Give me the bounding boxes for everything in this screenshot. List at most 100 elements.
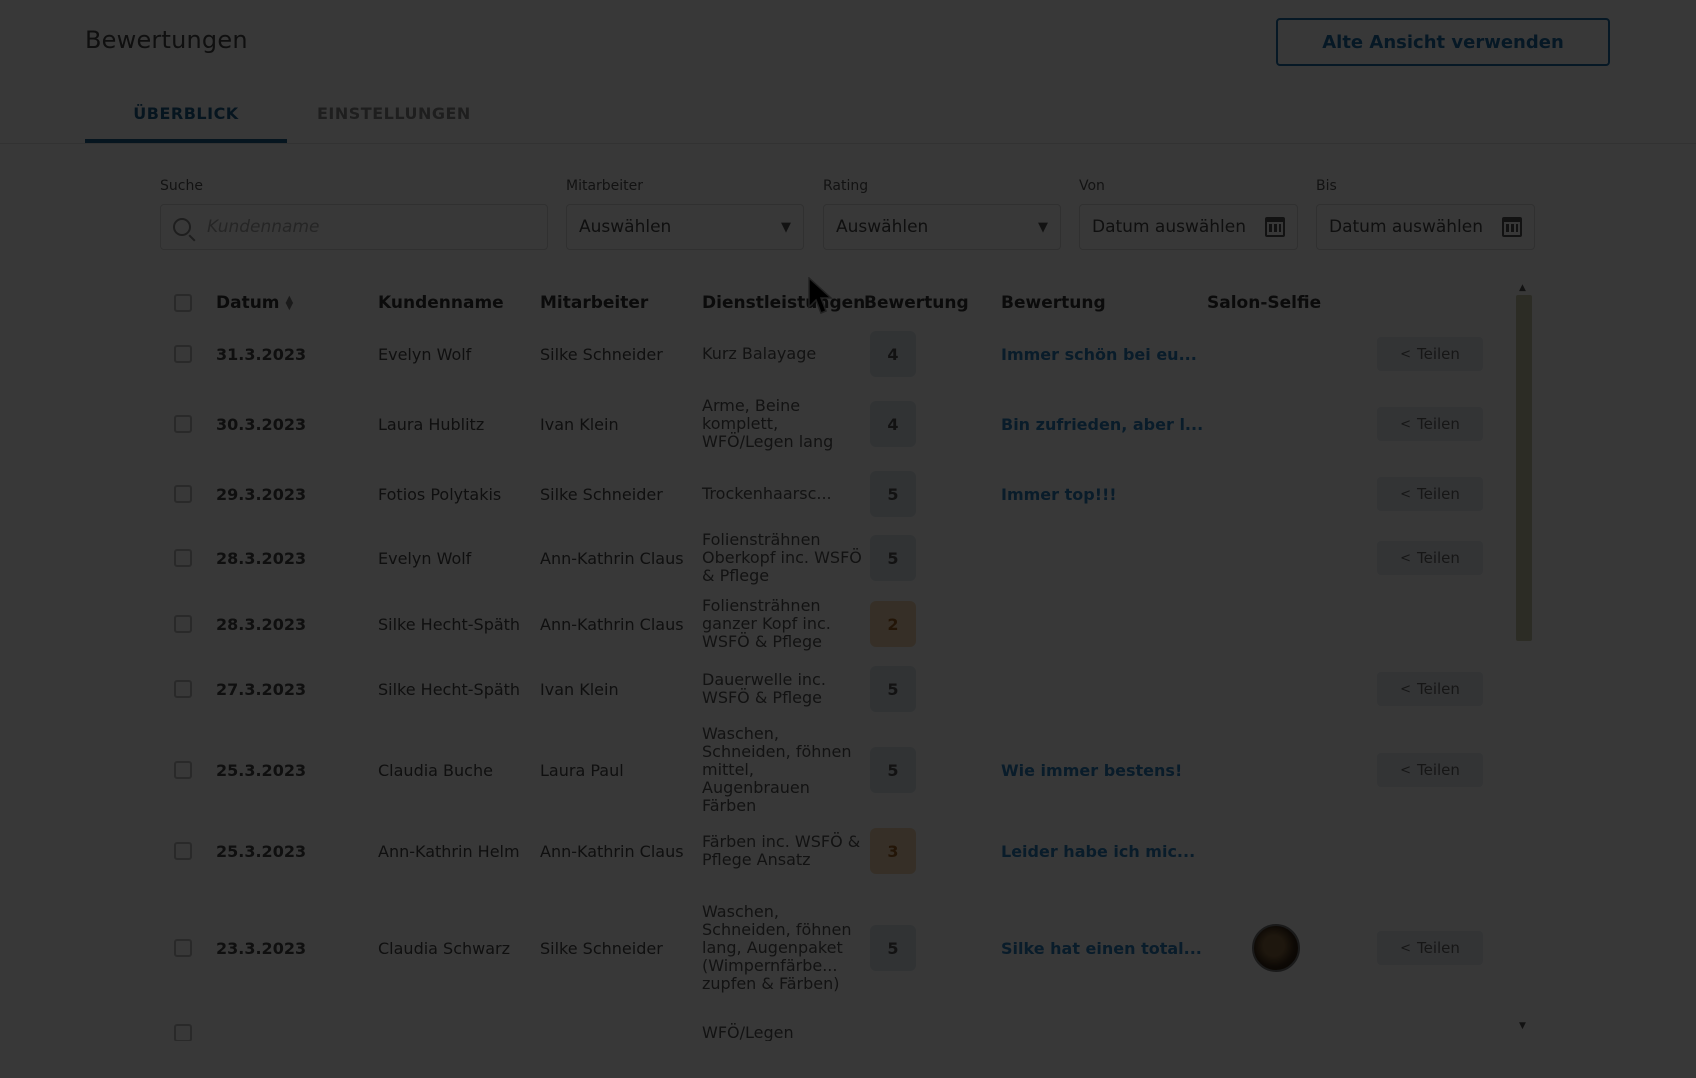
scroll-up-icon[interactable]: ▲ — [1519, 283, 1526, 293]
row-review-cell: Immer top!!! — [1001, 463, 1207, 525]
row-checkbox[interactable] — [174, 345, 192, 363]
share-button[interactable]: < Teilen — [1377, 541, 1483, 575]
share-label: Teilen — [1416, 345, 1460, 363]
review-link[interactable]: Silke hat einen total... — [1001, 939, 1202, 958]
review-link[interactable]: Immer top!!! — [1001, 485, 1117, 504]
row-date: 25.3.2023 — [216, 760, 307, 780]
review-link[interactable]: Leider habe ich mic... — [1001, 842, 1195, 861]
from-date-picker[interactable]: Datum auswählen — [1079, 204, 1298, 250]
row-checkbox[interactable] — [174, 615, 192, 633]
row-customer: Evelyn Wolf — [378, 548, 472, 568]
rating-badge: 4 — [870, 401, 916, 447]
share-button[interactable]: < Teilen — [1377, 407, 1483, 441]
row-rating-cell: 4 — [864, 323, 1001, 385]
select-all-checkbox[interactable] — [174, 294, 192, 312]
tab-settings[interactable]: EINSTELLUNGEN — [317, 90, 471, 144]
row-checkbox[interactable] — [174, 1024, 192, 1041]
column-header-date[interactable]: Datum ▲ ▼ — [216, 283, 378, 323]
row-selfie-cell — [1207, 591, 1363, 657]
table-row[interactable]: 31.3.2023 Evelyn Wolf Silke Schneider Kurz … — [160, 323, 1520, 385]
share-label: Teilen — [1416, 549, 1460, 567]
share-label: Teilen — [1416, 415, 1460, 433]
share-button[interactable]: < Teilen — [1377, 931, 1483, 965]
table-row[interactable]: 29.3.2023 Fotios Polytakis Silke Schneider… — [160, 463, 1520, 525]
salon-selfie-avatar[interactable] — [1252, 924, 1300, 972]
search-placeholder: Kundenname — [207, 217, 320, 237]
table-row[interactable]: 23.3.2023 Claudia Schwarz Silke Schneider W… — [160, 883, 1520, 1013]
row-review-cell: Bin zufrieden, aber l... — [1001, 385, 1207, 463]
row-checkbox[interactable] — [174, 415, 192, 433]
rating-label: Rating — [823, 178, 869, 194]
row-services: Foliensträhnen Oberkopf inc. WSFÖ & Pfle… — [702, 530, 862, 585]
row-checkbox[interactable] — [174, 680, 192, 698]
row-selfie-cell — [1207, 463, 1363, 525]
row-employee: Ann-Kathrin Claus — [540, 841, 684, 861]
row-services: Dauerwelle inc. WSFÖ & Pflege — [702, 670, 826, 707]
rating-select[interactable]: Auswählen ▼ — [823, 204, 1061, 250]
row-rating-cell — [864, 1013, 1001, 1041]
table-header-row: Datum ▲ ▼ Kundenname Mitarbeiter Dienstlei… — [160, 283, 1520, 323]
row-checkbox[interactable] — [174, 842, 192, 860]
search-input[interactable]: Kundenname — [160, 204, 548, 250]
review-link[interactable]: Immer schön bei eu... — [1001, 345, 1197, 364]
calendar-icon[interactable] — [1502, 217, 1522, 237]
row-rating-cell: 5 — [864, 525, 1001, 591]
row-share-cell: < Teilen — [1363, 657, 1520, 721]
share-button[interactable]: < Teilen — [1377, 477, 1483, 511]
scroll-down-icon[interactable]: ▼ — [1519, 1021, 1526, 1031]
row-checkbox[interactable] — [174, 485, 192, 503]
to-date-picker[interactable]: Datum auswählen — [1316, 204, 1535, 250]
row-date: 27.3.2023 — [216, 679, 307, 699]
share-icon: < — [1400, 346, 1411, 362]
reviews-table-container: Datum ▲ ▼ Kundenname Mitarbeiter Dienstlei… — [160, 283, 1546, 1041]
row-services: Färben inc. WSFÖ & Pflege Ansatz — [702, 832, 861, 869]
table-row[interactable]: 28.3.2023 Evelyn Wolf Ann-Kathrin Claus Fol… — [160, 525, 1520, 591]
old-view-button[interactable]: Alte Ansicht verwenden — [1276, 18, 1610, 66]
share-button[interactable]: < Teilen — [1377, 672, 1483, 706]
row-rating-cell: 2 — [864, 591, 1001, 657]
table-row[interactable]: 25.3.2023 Claudia Buche Laura Paul Waschen,… — [160, 721, 1520, 819]
row-share-cell: < Teilen — [1363, 883, 1520, 1013]
row-checkbox[interactable] — [174, 761, 192, 779]
row-rating-cell: 3 — [864, 819, 1001, 883]
table-row[interactable]: 30.3.2023 Laura Hublitz Ivan Klein Arme, Be… — [160, 385, 1520, 463]
table-scrollbar[interactable]: ▲ ▼ — [1516, 283, 1532, 1041]
rating-badge: 5 — [870, 747, 916, 793]
calendar-icon[interactable] — [1265, 217, 1285, 237]
scroll-thumb[interactable] — [1516, 295, 1532, 641]
employee-select[interactable]: Auswählen ▼ — [566, 204, 804, 250]
rating-badge: 5 — [870, 925, 916, 971]
employee-select-value: Auswählen — [579, 217, 672, 237]
row-review-cell — [1001, 525, 1207, 591]
share-icon: < — [1400, 416, 1411, 432]
share-icon: < — [1400, 486, 1411, 502]
share-icon: < — [1400, 681, 1411, 697]
share-icon: < — [1400, 550, 1411, 566]
row-customer: Claudia Schwarz — [378, 938, 511, 958]
column-header-employee: Mitarbeiter — [540, 293, 649, 313]
row-share-cell — [1363, 591, 1520, 657]
from-date-label: Von — [1079, 178, 1105, 194]
share-button[interactable]: < Teilen — [1377, 753, 1483, 787]
share-button[interactable]: < Teilen — [1377, 337, 1483, 371]
table-row[interactable]: 28.3.2023 Silke Hecht-Späth Ann-Kathrin Cl… — [160, 591, 1520, 657]
row-select-cell — [160, 721, 216, 819]
row-rating-cell: 5 — [864, 657, 1001, 721]
sort-icon[interactable]: ▲ ▼ — [286, 295, 294, 312]
row-checkbox[interactable] — [174, 939, 192, 957]
tab-overview[interactable]: ÜBERBLICK — [85, 90, 287, 144]
row-services: Kurz Balayage — [702, 344, 817, 363]
reviews-page: Bewertungen Alte Ansicht verwenden ÜBERB… — [0, 0, 1696, 1078]
row-employee: Ivan Klein — [540, 414, 619, 434]
table-row[interactable]: WFÖ/Legen — [160, 1013, 1520, 1041]
row-rating-cell: 5 — [864, 463, 1001, 525]
row-employee: Silke Schneider — [540, 344, 663, 364]
row-select-cell — [160, 883, 216, 1013]
row-services: Foliensträhnen ganzer Kopf inc. WSFÖ & P… — [702, 596, 831, 651]
table-row[interactable]: 25.3.2023 Ann-Kathrin Helm Ann-Kathrin Cla… — [160, 819, 1520, 883]
review-link[interactable]: Wie immer bestens! — [1001, 761, 1182, 780]
review-link[interactable]: Bin zufrieden, aber l... — [1001, 415, 1203, 434]
table-row[interactable]: 27.3.2023 Silke Hecht-Späth Ivan Klein Daue… — [160, 657, 1520, 721]
row-checkbox[interactable] — [174, 549, 192, 567]
share-label: Teilen — [1416, 761, 1460, 779]
